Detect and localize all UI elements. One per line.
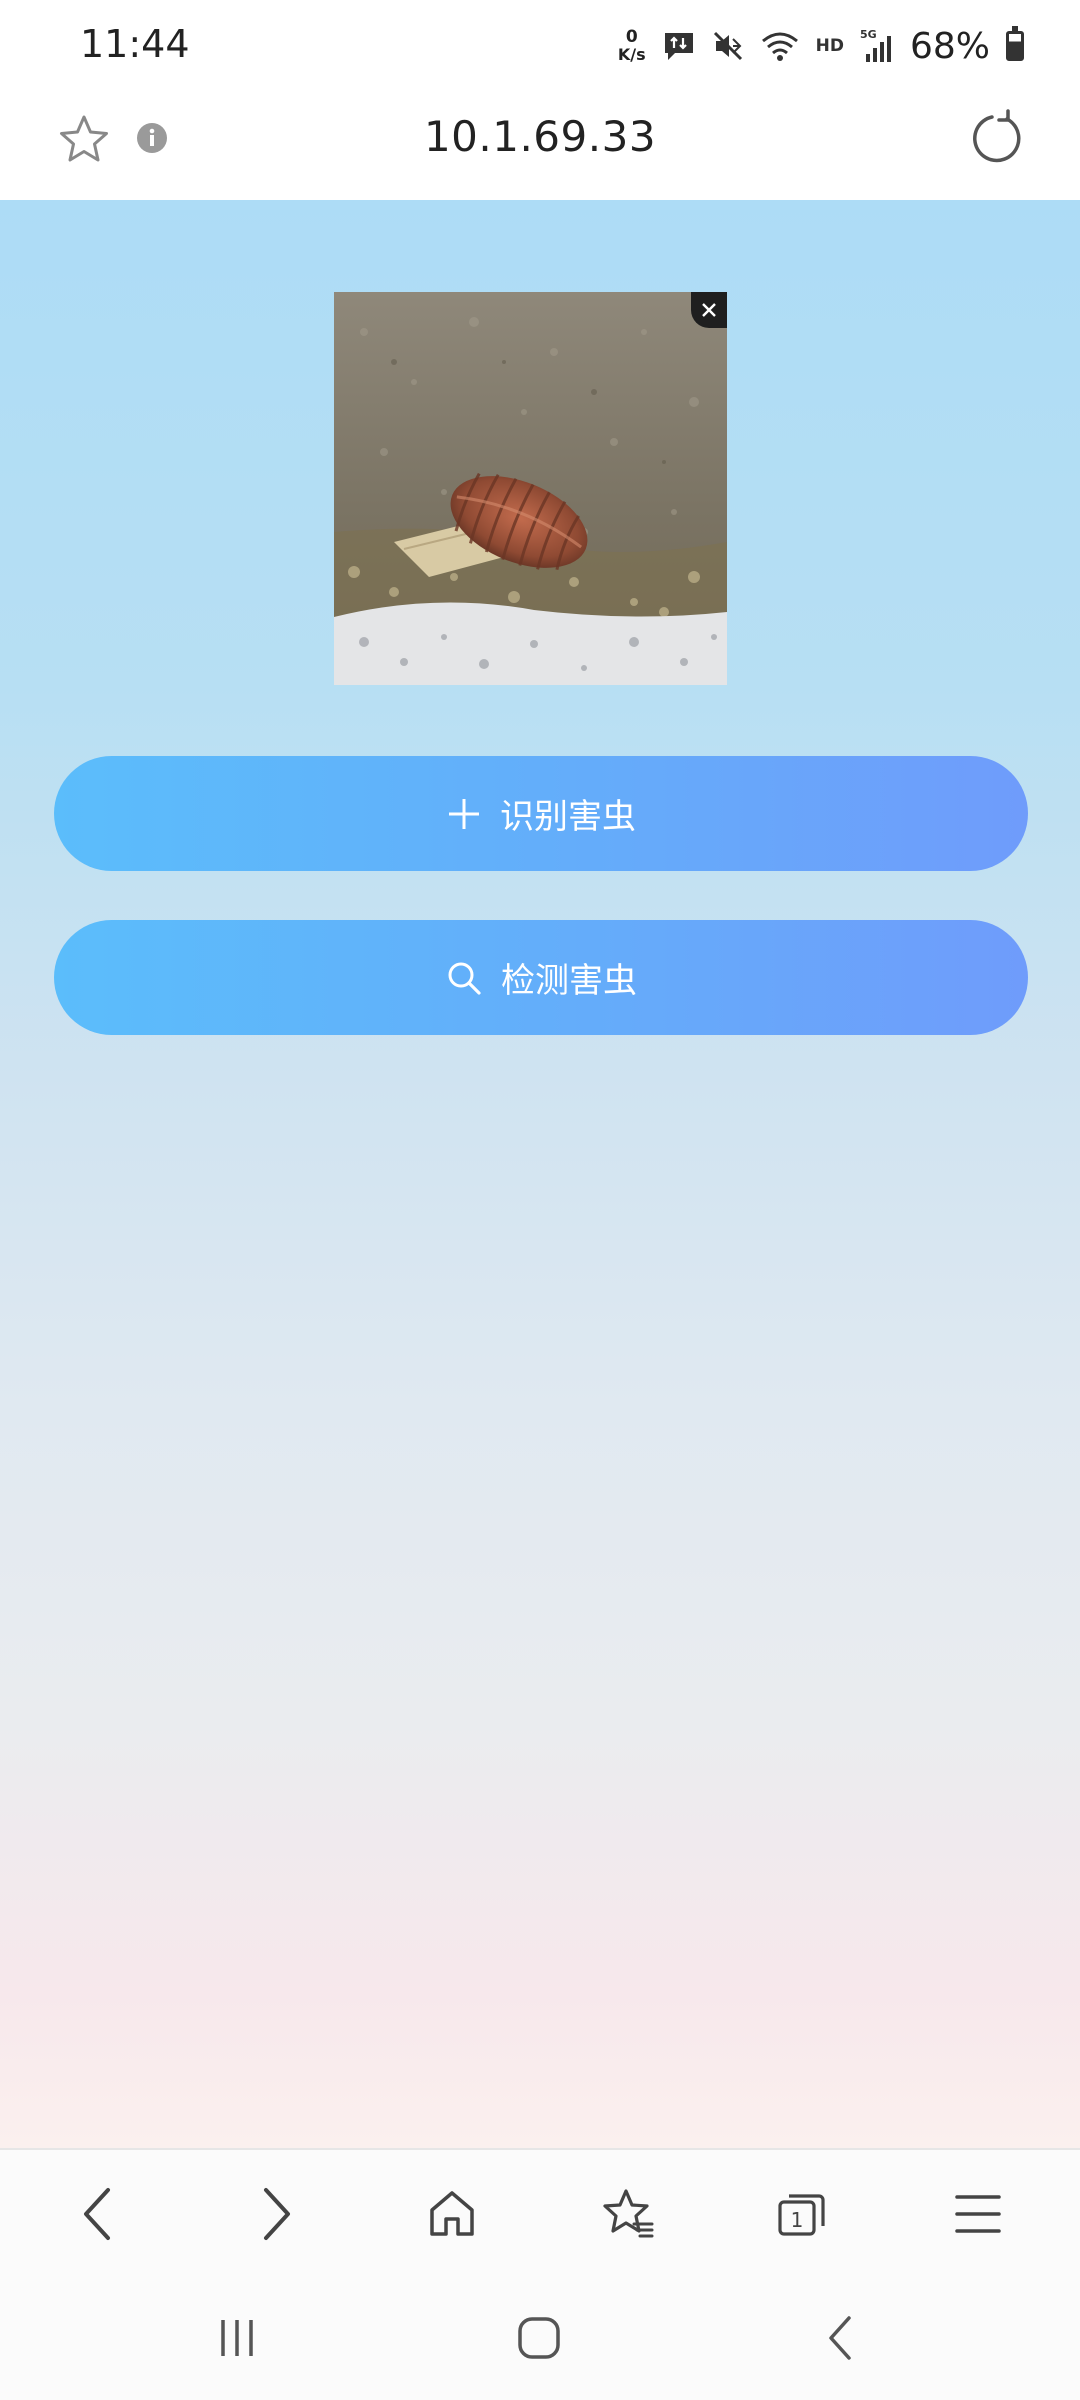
system-back-icon[interactable] bbox=[806, 2303, 876, 2373]
url-text[interactable]: 10.1.69.33 bbox=[0, 112, 1080, 161]
network-speed: 0 K/s bbox=[618, 28, 646, 64]
wifi-icon bbox=[760, 29, 800, 63]
system-home-icon[interactable] bbox=[504, 2303, 574, 2373]
pest-image bbox=[334, 292, 727, 685]
reload-icon[interactable] bbox=[968, 108, 1028, 172]
forward-icon[interactable] bbox=[244, 2182, 308, 2246]
browser-toolbar: 1 bbox=[0, 2148, 1080, 2273]
back-icon[interactable] bbox=[66, 2182, 130, 2246]
identify-pest-button[interactable]: 识别害虫 bbox=[54, 756, 1028, 871]
mute-icon bbox=[712, 30, 744, 62]
bookmarks-icon[interactable] bbox=[596, 2182, 660, 2246]
signal-icon: 5G bbox=[860, 28, 894, 64]
system-nav-bar bbox=[0, 2273, 1080, 2400]
detect-pest-label: 检测害虫 bbox=[501, 961, 637, 1001]
home-icon[interactable] bbox=[420, 2182, 484, 2246]
tabs-icon[interactable]: 1 bbox=[770, 2182, 834, 2246]
net-speed-value: 0 bbox=[625, 27, 638, 47]
status-icons: 0 K/s HD 5G 68% bbox=[618, 18, 1024, 74]
page-content: 识别害虫 检测害虫 bbox=[0, 200, 1080, 2148]
status-bar: 11:44 0 K/s HD 5G 68% bbox=[0, 0, 1080, 92]
hd-label: HD bbox=[815, 36, 844, 56]
detect-pest-button[interactable]: 检测害虫 bbox=[54, 920, 1028, 1035]
address-bar: 10.1.69.33 bbox=[0, 92, 1080, 200]
identify-pest-label: 识别害虫 bbox=[500, 797, 636, 837]
net-speed-unit: K/s bbox=[617, 45, 646, 64]
menu-icon[interactable] bbox=[946, 2182, 1010, 2246]
recents-icon[interactable] bbox=[202, 2303, 272, 2373]
pest-photo bbox=[334, 292, 727, 685]
status-time: 11:44 bbox=[80, 22, 190, 66]
data-transfer-icon bbox=[662, 30, 696, 62]
plus-icon bbox=[446, 796, 482, 832]
tab-count: 1 bbox=[791, 2208, 804, 2232]
battery-percent: 68% bbox=[909, 25, 990, 67]
close-icon[interactable] bbox=[691, 292, 727, 328]
battery-icon bbox=[1006, 26, 1024, 61]
signal-type-label: 5G bbox=[860, 28, 877, 41]
search-icon bbox=[445, 959, 483, 997]
